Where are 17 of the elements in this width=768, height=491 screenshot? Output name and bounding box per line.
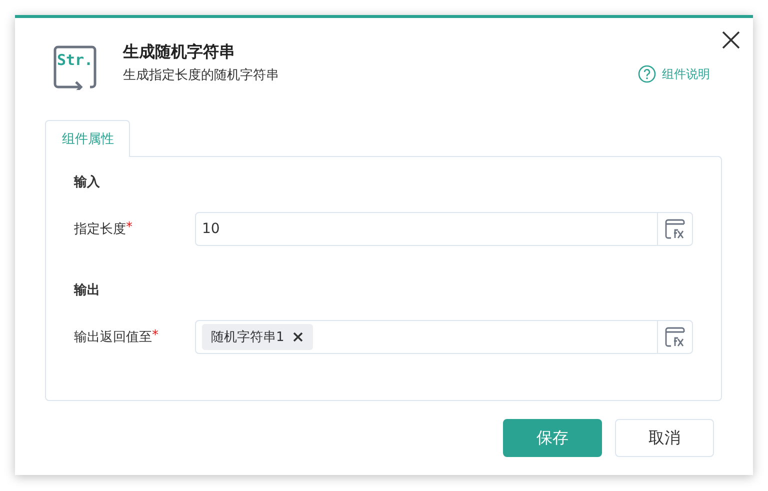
field-label: 指定长度 xyxy=(74,221,126,238)
dialog-title: 生成随机字符串 xyxy=(123,42,236,63)
input-field[interactable]: 10 xyxy=(195,212,693,246)
input-field[interactable]: 随机字符串1 xyxy=(195,320,693,354)
required-mark: * xyxy=(152,328,158,345)
dialog-subtitle: 生成指定长度的随机字符串 xyxy=(123,67,279,84)
field-label: 输出返回值至 xyxy=(74,329,152,346)
formula-icon xyxy=(664,326,686,348)
remove-icon[interactable] xyxy=(293,332,304,342)
section-heading: 输出 xyxy=(74,282,101,300)
help-icon xyxy=(638,65,656,83)
formula-icon xyxy=(664,218,686,240)
required-mark: * xyxy=(126,220,132,237)
close-icon[interactable] xyxy=(722,31,740,49)
section-heading: 输入 xyxy=(74,174,101,192)
variable-tag: 随机字符串1 xyxy=(202,324,314,350)
cancel-button[interactable]: 取消 xyxy=(615,419,714,457)
